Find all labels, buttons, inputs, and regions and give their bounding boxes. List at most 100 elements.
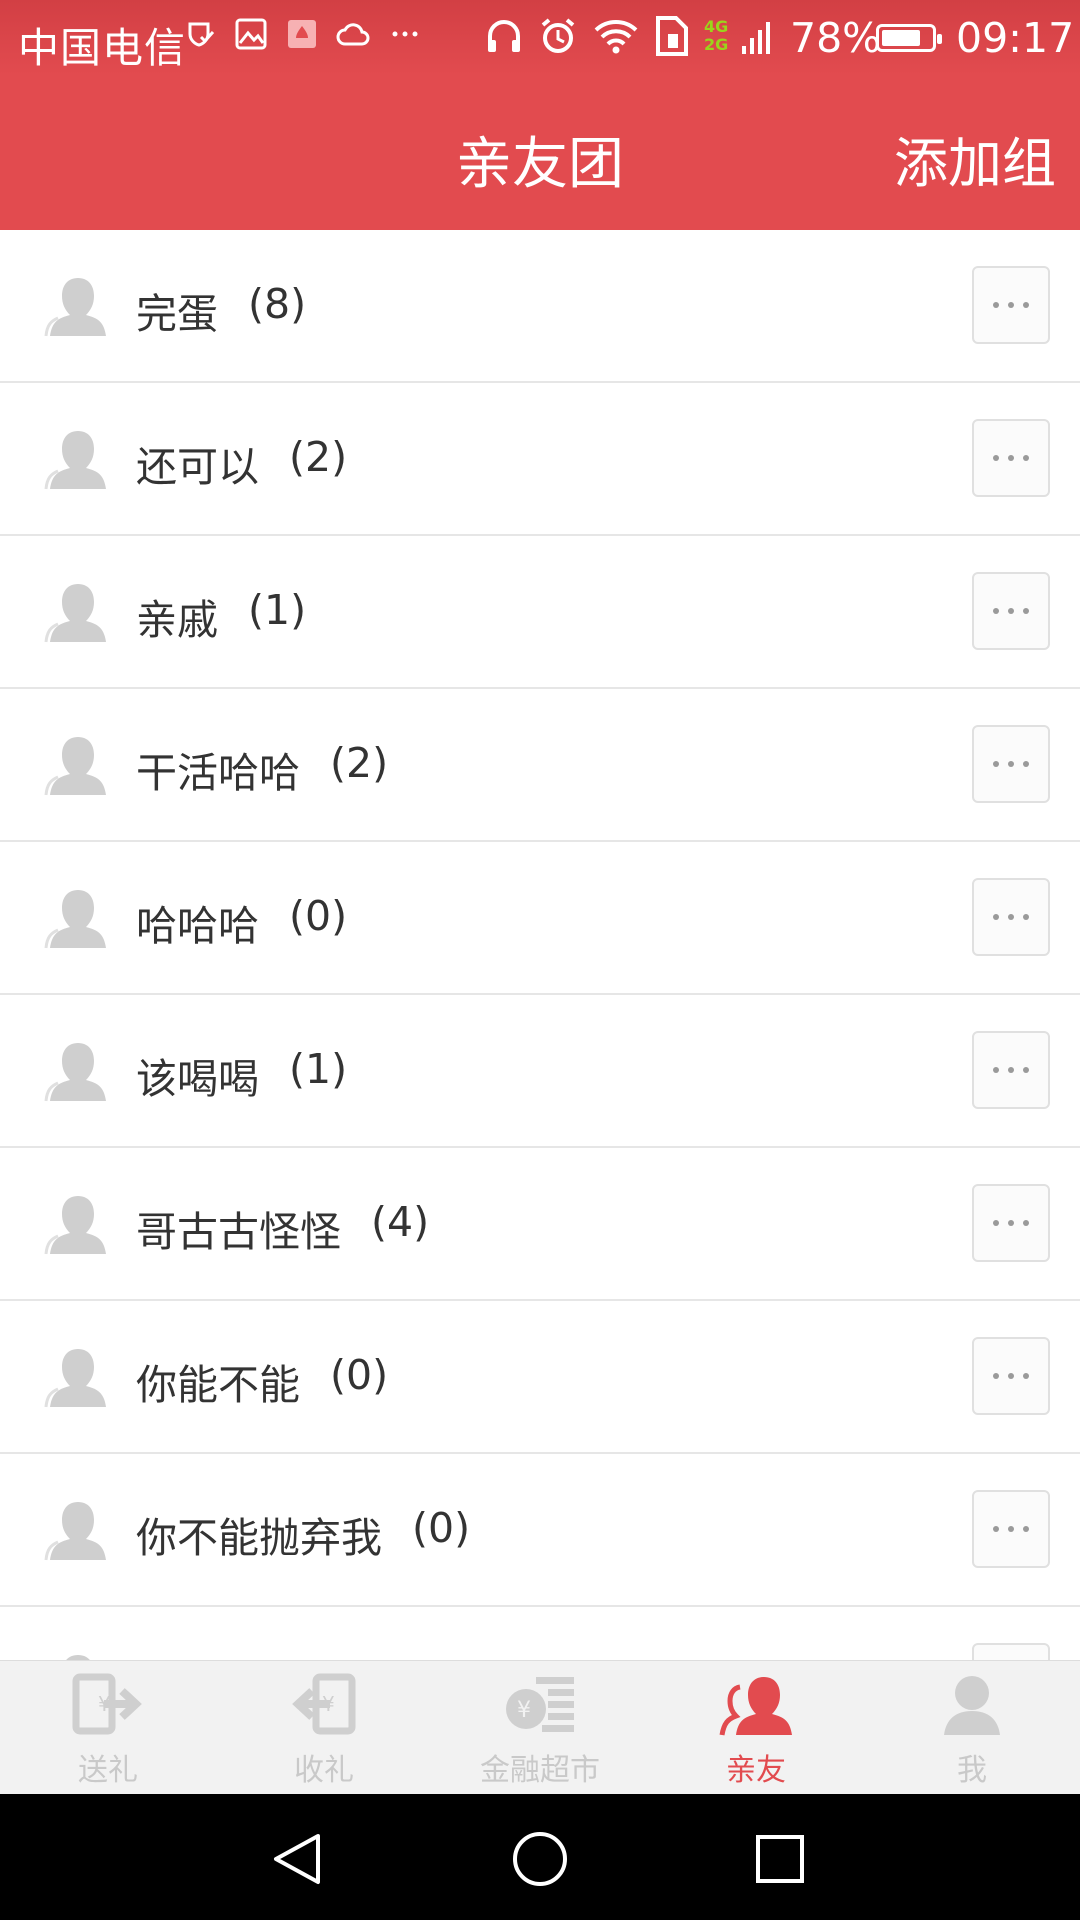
group-row-partial[interactable]: [0, 1607, 1080, 1660]
group-name: 完蛋: [136, 290, 218, 338]
more-dots-icon: [993, 608, 1029, 614]
group-row[interactable]: 亲戚 (1): [0, 536, 1080, 689]
group-avatar-icon: [44, 1345, 112, 1409]
tab-bar: ¥ 送礼 ¥ 收礼 ¥ 金融超市 亲友 我: [0, 1660, 1080, 1795]
network-type-top: 4G: [704, 17, 729, 36]
more-dots-icon: [993, 1067, 1029, 1073]
back-icon[interactable]: [262, 1824, 332, 1894]
more-notifications-icon: [392, 31, 418, 37]
group-member-count: (4): [371, 1198, 430, 1246]
group-name: 亲戚: [136, 596, 218, 644]
group-list[interactable]: 完蛋 (8) 还可以 (2) 亲戚 (1) 干活哈哈 (2) 哈哈哈 (0) 该喝喝 (1) 哥古古怪怪…: [0, 230, 1080, 1660]
wifi-icon: [594, 20, 638, 54]
home-icon[interactable]: [505, 1824, 575, 1894]
group-member-count: (2): [289, 433, 348, 481]
group-member-count: (1): [248, 586, 307, 634]
tab-receive-gift[interactable]: ¥ 收礼: [216, 1661, 432, 1795]
group-name: 哥古古怪怪: [136, 1208, 341, 1256]
more-options-button[interactable]: [972, 878, 1050, 956]
group-row[interactable]: 干活哈哈 (2): [0, 689, 1080, 842]
group-member-count: (0): [330, 1351, 389, 1399]
group-name: 该喝喝: [136, 1055, 259, 1103]
finance-market-icon: ¥: [502, 1671, 578, 1737]
alarm-icon: [541, 18, 575, 53]
tab-label: 我: [957, 1753, 987, 1788]
more-dots-icon: [993, 1526, 1029, 1532]
group-row[interactable]: 哈哈哈 (0): [0, 842, 1080, 995]
more-options-button[interactable]: [972, 725, 1050, 803]
group-member-count: (0): [412, 1504, 471, 1552]
title-bar: 亲友团 添加组: [0, 75, 1080, 230]
group-row[interactable]: 完蛋 (8): [0, 230, 1080, 383]
tab-finance-market[interactable]: ¥ 金融超市: [432, 1661, 648, 1795]
more-dots-icon: [993, 1373, 1029, 1379]
group-avatar-icon: [44, 427, 112, 491]
more-options-button[interactable]: [972, 419, 1050, 497]
cloud-icon: [336, 23, 370, 46]
friends-icon: [718, 1671, 794, 1737]
group-avatar-icon: [44, 580, 112, 644]
group-row[interactable]: 哥古古怪怪 (4): [0, 1148, 1080, 1301]
system-nav-bar: [0, 1794, 1080, 1920]
group-avatar-icon: [44, 1498, 112, 1562]
receive-gift-icon: ¥: [286, 1671, 362, 1737]
tab-label: 送礼: [78, 1753, 138, 1788]
group-member-count: (0): [289, 892, 348, 940]
group-member-count: (8): [248, 280, 307, 328]
more-options-button[interactable]: [972, 1337, 1050, 1415]
group-row[interactable]: 该喝喝 (1): [0, 995, 1080, 1148]
network-type-bottom: 2G: [704, 35, 729, 54]
group-avatar-icon: [44, 1039, 112, 1103]
group-member-count: (2): [330, 739, 389, 787]
more-options-button[interactable]: [972, 572, 1050, 650]
group-row[interactable]: 你不能抛弃我 (0): [0, 1454, 1080, 1607]
tab-send-gift[interactable]: ¥ 送礼: [0, 1661, 216, 1795]
more-options-button[interactable]: [972, 1643, 1050, 1660]
recents-icon[interactable]: [745, 1824, 815, 1894]
more-dots-icon: [993, 455, 1029, 461]
group-avatar-icon: [44, 274, 112, 338]
tab-profile[interactable]: 我: [864, 1661, 1080, 1795]
battery-percent: 78%: [790, 14, 882, 62]
more-dots-icon: [993, 914, 1029, 920]
svg-text:¥: ¥: [98, 1692, 111, 1716]
group-avatar-icon: [44, 1192, 112, 1256]
group-name: 还可以: [136, 443, 259, 491]
svg-text:¥: ¥: [517, 1698, 531, 1723]
tab-friends[interactable]: 亲友: [648, 1661, 864, 1795]
more-dots-icon: [993, 302, 1029, 308]
group-name: 干活哈哈: [136, 749, 300, 797]
group-name: 哈哈哈: [136, 902, 259, 950]
profile-icon: [934, 1671, 1010, 1737]
tab-label: 金融超市: [480, 1753, 600, 1788]
group-name: 你能不能: [136, 1361, 300, 1409]
send-gift-icon: ¥: [70, 1671, 146, 1737]
tab-label: 亲友: [726, 1753, 786, 1788]
carrier-name: 中国电信: [18, 24, 186, 72]
group-row[interactable]: 还可以 (2): [0, 383, 1080, 536]
more-options-button[interactable]: [972, 1490, 1050, 1568]
tab-label: 收礼: [294, 1753, 354, 1788]
sim-card-icon: [656, 16, 688, 56]
more-dots-icon: [993, 761, 1029, 767]
group-name: 你不能抛弃我: [136, 1514, 382, 1562]
group-avatar-icon: [44, 1651, 112, 1660]
group-avatar-icon: [44, 733, 112, 797]
signal-icon: [742, 22, 771, 54]
more-options-button[interactable]: [972, 1031, 1050, 1109]
image-icon: [235, 18, 267, 50]
headphones-icon: [488, 20, 520, 52]
group-row[interactable]: 你能不能 (0): [0, 1301, 1080, 1454]
more-options-button[interactable]: [972, 1184, 1050, 1262]
status-bar: 中国电信 4G 2G 78% 09:17: [0, 0, 1080, 75]
group-member-count: (1): [289, 1045, 348, 1093]
group-avatar-icon: [44, 886, 112, 950]
clock: 09:17: [956, 14, 1075, 62]
more-dots-icon: [993, 1220, 1029, 1226]
huawei-app-icon: [288, 20, 316, 48]
add-group-button[interactable]: 添加组: [894, 119, 1056, 198]
more-options-button[interactable]: [972, 266, 1050, 344]
shield-check-icon: [188, 22, 215, 47]
battery-icon: [876, 24, 942, 52]
svg-text:¥: ¥: [322, 1692, 335, 1716]
